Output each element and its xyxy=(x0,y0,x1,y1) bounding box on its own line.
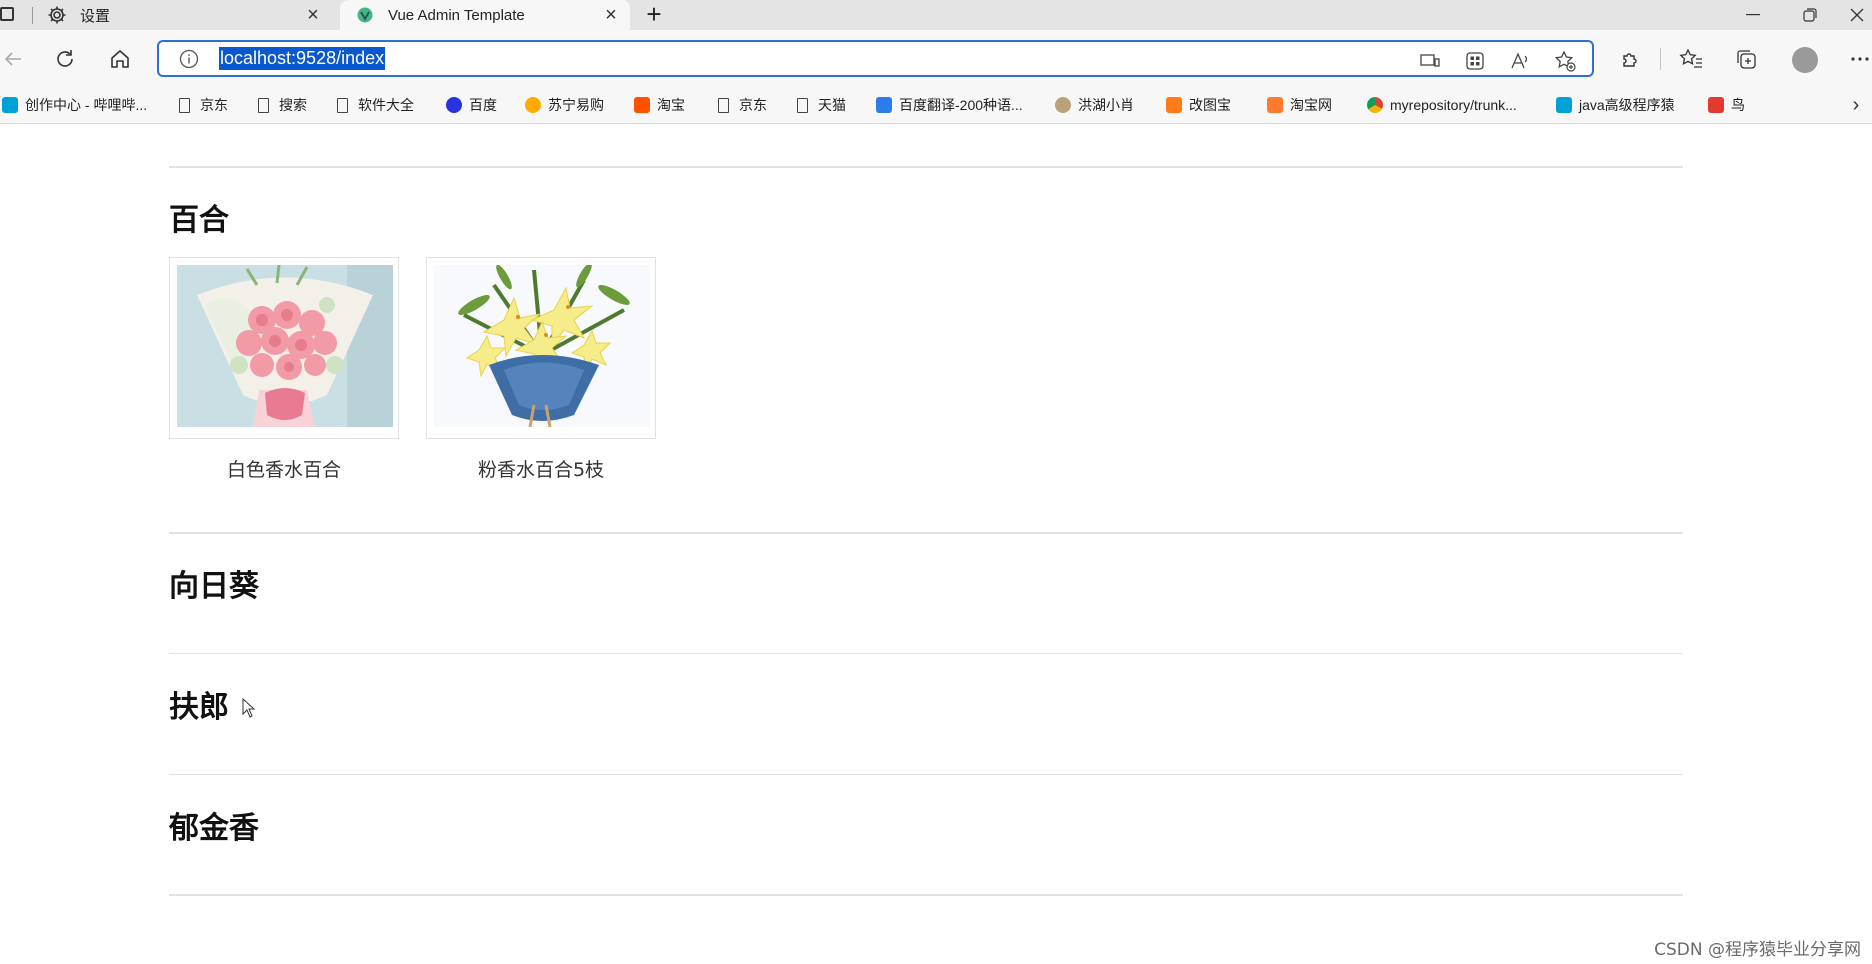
category-title: 郁金香 xyxy=(169,811,259,846)
suning-icon xyxy=(525,97,541,113)
bookmark-item[interactable]: myrepository/trunk... xyxy=(1367,93,1517,117)
bookmark-label: 鸟 xyxy=(1731,97,1745,113)
divider xyxy=(169,774,1683,775)
site-info-icon[interactable] xyxy=(179,49,199,69)
bookmark-label: 淘宝网 xyxy=(1290,97,1332,113)
product-image[interactable] xyxy=(177,265,393,427)
product-image[interactable] xyxy=(434,265,650,427)
chevron-right-icon[interactable]: › xyxy=(1846,92,1866,118)
bookmark-label: java高级程序猿 xyxy=(1579,97,1675,113)
window-close-icon[interactable] xyxy=(1842,0,1872,30)
divider xyxy=(169,166,1683,168)
bookmark-item[interactable]: 软件大全 xyxy=(335,93,414,117)
bookmark-item[interactable]: 搜索 xyxy=(256,93,307,117)
apps-icon[interactable] xyxy=(1464,50,1486,72)
bookmarks-bar: 创作中心 - 哔哩哔... 京东 搜索 软件大全 百度 苏宁易购 淘宝 京东 天… xyxy=(0,88,1872,124)
bookmark-item[interactable]: 淘宝 xyxy=(634,93,685,117)
divider xyxy=(169,894,1683,896)
bird-icon xyxy=(1708,97,1724,113)
hawk-icon xyxy=(1055,97,1071,113)
chrome-icon xyxy=(1367,97,1383,113)
bookmark-item[interactable]: 改图宝 xyxy=(1166,93,1231,117)
bookmark-item[interactable]: 百度 xyxy=(446,93,497,117)
page-content: 百合 白色香水百合 粉香水百合5枝 向日葵 扶郎 郁金香 CSDN @程序猿毕业… xyxy=(0,124,1872,964)
bookmark-label: myrepository/trunk... xyxy=(1390,97,1517,113)
translate-icon xyxy=(876,97,892,113)
category-title: 向日葵 xyxy=(169,569,259,604)
bookmark-item[interactable]: 天猫 xyxy=(795,93,846,117)
bookmark-item[interactable]: 苏宁易购 xyxy=(525,93,604,117)
more-menu-icon[interactable] xyxy=(1845,44,1872,74)
bookmark-label: 苏宁易购 xyxy=(548,97,604,113)
reload-icon[interactable] xyxy=(50,44,80,74)
favorites-icon[interactable] xyxy=(1676,44,1706,74)
extensions-icon[interactable] xyxy=(1616,44,1646,74)
tab-strip: 设置 × Vue Admin Template × + xyxy=(0,0,1872,30)
bookmark-item[interactable]: 鸟 xyxy=(1708,93,1745,117)
browser-toolbar: localhost:9528/index xyxy=(0,30,1872,88)
back-icon[interactable] xyxy=(0,44,28,74)
sidebar-toggle-icon[interactable] xyxy=(0,7,14,21)
bookmark-label: 天猫 xyxy=(818,97,846,113)
new-tab-button[interactable]: + xyxy=(640,1,668,28)
watermark: CSDN @程序猿毕业分享网 xyxy=(1654,940,1861,960)
bookmark-label: 改图宝 xyxy=(1189,97,1231,113)
close-icon[interactable]: × xyxy=(300,2,326,28)
toolbar-divider xyxy=(1660,48,1661,70)
page-icon xyxy=(258,97,269,113)
url-text[interactable]: localhost:9528/index xyxy=(219,47,386,70)
bookmark-item[interactable]: 洪湖小肖 xyxy=(1055,93,1134,117)
mouse-cursor-icon xyxy=(242,698,256,718)
page-icon xyxy=(797,97,808,113)
collections-icon[interactable] xyxy=(1731,44,1761,74)
category-title: 百合 xyxy=(169,203,229,238)
tab-title: Vue Admin Template xyxy=(388,6,525,24)
add-favorite-icon[interactable] xyxy=(1554,50,1576,72)
divider xyxy=(169,532,1683,534)
bookmark-label: 洪湖小肖 xyxy=(1078,97,1134,113)
gear-icon xyxy=(46,4,68,26)
taobao-icon xyxy=(1267,97,1283,113)
read-aloud-icon[interactable] xyxy=(1509,50,1531,72)
product-name[interactable]: 粉香水百合5枝 xyxy=(426,455,656,482)
page-icon xyxy=(179,97,190,113)
bookmark-label: 京东 xyxy=(739,97,767,113)
product-name[interactable]: 白色香水百合 xyxy=(169,455,399,482)
bookmark-label: 淘宝 xyxy=(657,97,685,113)
profile-avatar[interactable] xyxy=(1792,47,1818,73)
bilibili-icon xyxy=(1556,97,1572,113)
bookmark-label: 创作中心 - 哔哩哔... xyxy=(25,97,148,113)
bookmark-label: 百度 xyxy=(469,97,497,113)
close-icon[interactable]: × xyxy=(598,2,624,28)
bilibili-icon xyxy=(2,97,18,113)
taobao-icon xyxy=(634,97,650,113)
baidu-icon xyxy=(446,97,462,113)
page-icon xyxy=(337,97,348,113)
bookmark-item[interactable]: 京东 xyxy=(716,93,767,117)
tab-settings[interactable]: 设置 × xyxy=(32,0,332,30)
restore-icon[interactable] xyxy=(1785,0,1835,30)
bookmark-item[interactable]: 淘宝网 xyxy=(1267,93,1332,117)
bookmark-item[interactable]: 百度翻译-200种语... xyxy=(876,93,1023,117)
category-title: 扶郎 xyxy=(169,690,229,725)
bookmark-item[interactable]: 京东 xyxy=(177,93,228,117)
bookmark-label: 京东 xyxy=(200,97,228,113)
bookmark-label: 百度翻译-200种语... xyxy=(899,97,1023,113)
product-card[interactable] xyxy=(426,257,656,439)
page-icon xyxy=(718,97,729,113)
minimize-icon[interactable] xyxy=(1728,0,1778,30)
product-card[interactable] xyxy=(169,257,399,439)
gaitubao-icon xyxy=(1166,97,1182,113)
bookmark-item[interactable]: java高级程序猿 xyxy=(1556,93,1675,117)
vue-logo-icon xyxy=(354,4,376,26)
bookmark-item[interactable]: 创作中心 - 哔哩哔... xyxy=(2,93,147,117)
bookmark-label: 软件大全 xyxy=(358,97,414,113)
bookmark-label: 搜索 xyxy=(279,97,307,113)
address-bar[interactable]: localhost:9528/index xyxy=(157,40,1594,77)
device-icon[interactable] xyxy=(1419,50,1441,72)
tab-vue-admin[interactable]: Vue Admin Template × xyxy=(340,0,630,30)
tab-title: 设置 xyxy=(80,7,111,25)
divider xyxy=(169,653,1683,654)
home-icon[interactable] xyxy=(105,44,135,74)
